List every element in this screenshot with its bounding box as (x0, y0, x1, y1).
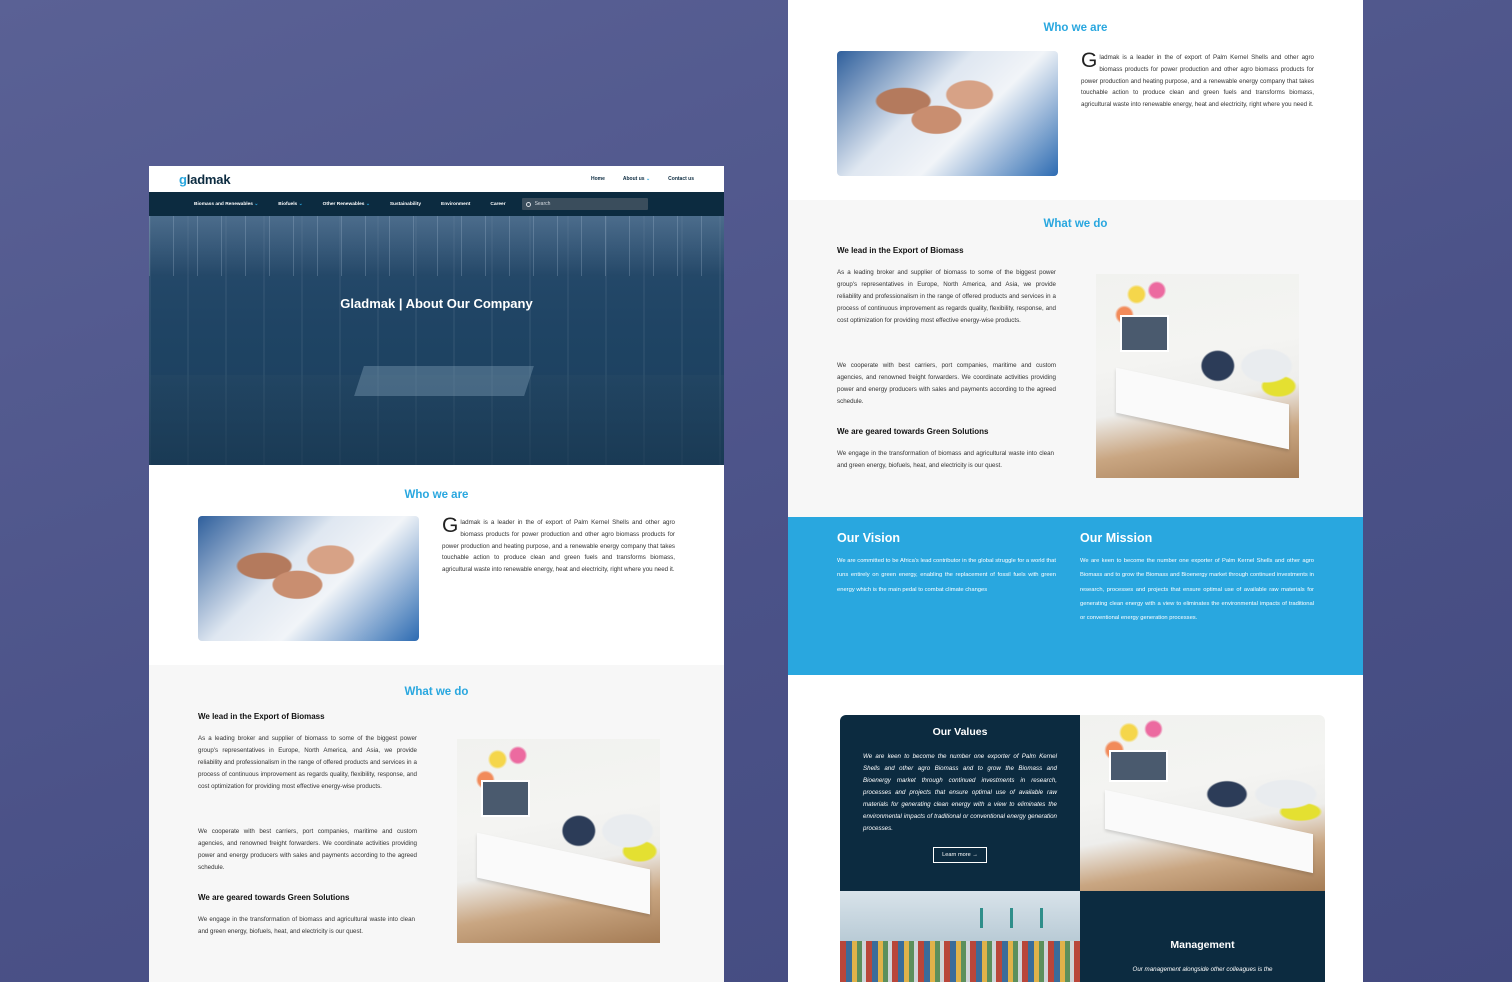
what-we-do-section: What we do We lead in the Export of Biom… (149, 665, 724, 982)
teamwork-hands-image (198, 516, 419, 641)
values-text: We are keen to become the number one exp… (863, 753, 1057, 832)
management-heading: Management (1170, 939, 1235, 951)
port-containers-image (840, 891, 1080, 982)
vision-mission-section: Our Vision We are committed to be Africa… (788, 517, 1363, 675)
export-paragraph-2: As a leading broker and supplier of biom… (837, 269, 1056, 324)
chevron-down-icon: ⌄ (298, 201, 303, 207)
search-box (521, 198, 648, 210)
green-subheading: We are geared towards Green Solutions (198, 893, 350, 902)
who-we-are-heading: Who we are (404, 489, 469, 501)
meeting-room-image-2 (1096, 274, 1299, 478)
who-we-are-text-2: Gladmak is a leader in the of export of … (1081, 49, 1314, 109)
export-paragraph: As a leading broker and supplier of biom… (198, 735, 417, 790)
vision-text: We are committed to be Africa's lead con… (837, 558, 1056, 593)
teamwork-hands-image-2 (837, 51, 1058, 176)
nav-sustainability[interactable]: Sustainability (390, 202, 421, 207)
who-we-are-section: Who we are Gladmak is a leader in the of… (149, 465, 724, 665)
nav-other-renewables[interactable]: Other Renewables ⌄ (323, 202, 370, 207)
chevron-down-icon: ⌄ (645, 176, 651, 182)
nav-about-us[interactable]: About us ⌄ (623, 176, 650, 182)
learn-more-button[interactable]: Learn more → (933, 847, 987, 863)
vision-column: Our Vision We are committed to be Africa… (837, 531, 1056, 597)
nav-home[interactable]: Home (591, 176, 605, 182)
management-text: Our management alongside other colleague… (1132, 966, 1273, 973)
green-paragraph-2: We engage in the transformation of bioma… (837, 450, 1054, 469)
vision-heading: Our Vision (837, 531, 900, 545)
cooperate-paragraph-2: We cooperate with best carriers, port co… (837, 362, 1056, 405)
who-we-are-text: Gladmak is a leader in the of export of … (442, 514, 675, 574)
values-grid: Our Values We are keen to become the num… (840, 715, 1325, 982)
search-icon (525, 201, 531, 207)
nav-environment[interactable]: Environment (441, 202, 470, 207)
left-page-screenshot: gladmak Home About us ⌄ Contact us Bioma… (149, 166, 724, 982)
cooperate-paragraph: We cooperate with best carriers, port co… (198, 828, 417, 871)
export-subheading: We lead in the Export of Biomass (198, 712, 325, 721)
drop-cap-2: G (1081, 49, 1098, 72)
who-we-are-section-2: Who we are Gladmak is a leader in the of… (788, 0, 1363, 200)
nav-career[interactable]: Career (490, 202, 505, 207)
gladmak-logo[interactable]: gladmak (179, 172, 231, 187)
office-ceiling (149, 216, 724, 276)
mission-text: We are keen to become the number one exp… (1080, 558, 1314, 622)
green-paragraph: We engage in the transformation of bioma… (198, 916, 415, 935)
chevron-down-icon: ⌄ (365, 201, 370, 207)
values-heading: Our Values (932, 726, 988, 738)
office-table (354, 366, 534, 396)
what-we-do-heading-2: What we do (1043, 218, 1108, 230)
management-card: Management Our management alongside othe… (1080, 891, 1325, 982)
hero-banner: Gladmak | About Our Company (149, 216, 724, 465)
drop-cap: G (442, 514, 459, 537)
nav-biomass-renewables[interactable]: Biomass and Renewables ⌄ (194, 202, 258, 207)
values-meeting-image (1080, 715, 1325, 891)
meeting-room-image (457, 739, 660, 943)
values-card: Our Values We are keen to become the num… (840, 715, 1080, 891)
mission-column: Our Mission We are keen to become the nu… (1080, 531, 1314, 625)
arrow-right-icon: → (972, 852, 978, 858)
top-nav: Home About us ⌄ Contact us (591, 176, 694, 182)
chevron-down-icon: ⌄ (254, 201, 259, 207)
who-we-are-heading-2: Who we are (1043, 22, 1108, 34)
what-we-do-heading: What we do (404, 686, 469, 698)
nav-biofuels[interactable]: Biofuels ⌄ (278, 202, 302, 207)
hero-title: Gladmak | About Our Company (340, 296, 533, 311)
export-subheading-2: We lead in the Export of Biomass (837, 246, 964, 255)
top-header: gladmak Home About us ⌄ Contact us (149, 166, 724, 192)
mission-heading: Our Mission (1080, 531, 1153, 545)
main-nav: Biomass and Renewables ⌄ Biofuels ⌄ Othe… (149, 192, 724, 216)
what-we-do-section-2: What we do We lead in the Export of Biom… (788, 200, 1363, 517)
nav-contact-us[interactable]: Contact us (668, 176, 694, 182)
search-input[interactable] (534, 201, 635, 207)
right-page-screenshot: Who we are Gladmak is a leader in the of… (788, 0, 1363, 982)
green-subheading-2: We are geared towards Green Solutions (837, 427, 989, 436)
